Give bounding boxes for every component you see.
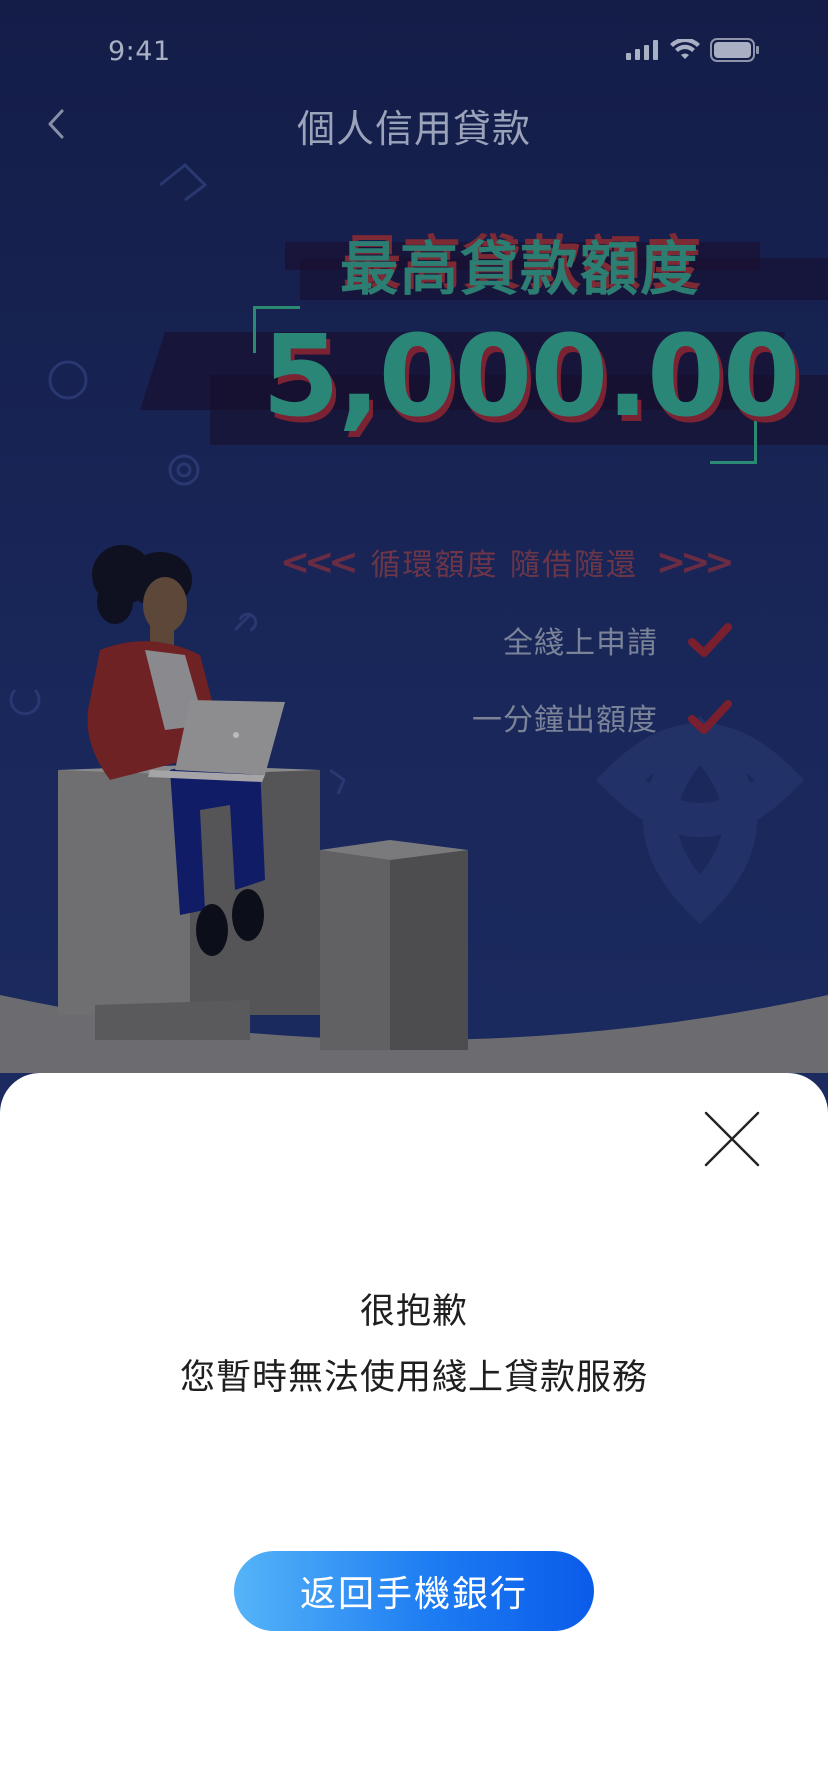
error-message: 您暫時無法使用綫上貸款服務 (179, 1358, 648, 1398)
checkmark-icon (688, 700, 732, 734)
error-modal: 很抱歉 您暫時無法使用綫上貸款服務 返回手機銀行 (0, 1073, 828, 1792)
feature-item: 一分鐘出額度 (472, 695, 732, 739)
right-chevrons: >>> (656, 541, 734, 583)
error-title: 很抱歉 (359, 1292, 468, 1332)
hero-title: 最高貸款額度 (339, 235, 700, 303)
close-icon (704, 1111, 760, 1167)
feature-item: 全綫上申請 (503, 618, 732, 662)
checkmark-icon (688, 623, 732, 657)
close-button[interactable] (702, 1109, 762, 1169)
woman-laptop-illustration (58, 545, 468, 1050)
hero-amount: 5,000.00 (262, 312, 801, 442)
feature-label: 全綫上申請 (503, 626, 658, 661)
return-to-mobile-banking-button[interactable]: 返回手機銀行 (234, 1551, 594, 1631)
app-screen: 9:41 個人信用貸款 最高貸款額度 5,000.00 <<< 循環額度 隨借隨… (0, 0, 828, 1792)
